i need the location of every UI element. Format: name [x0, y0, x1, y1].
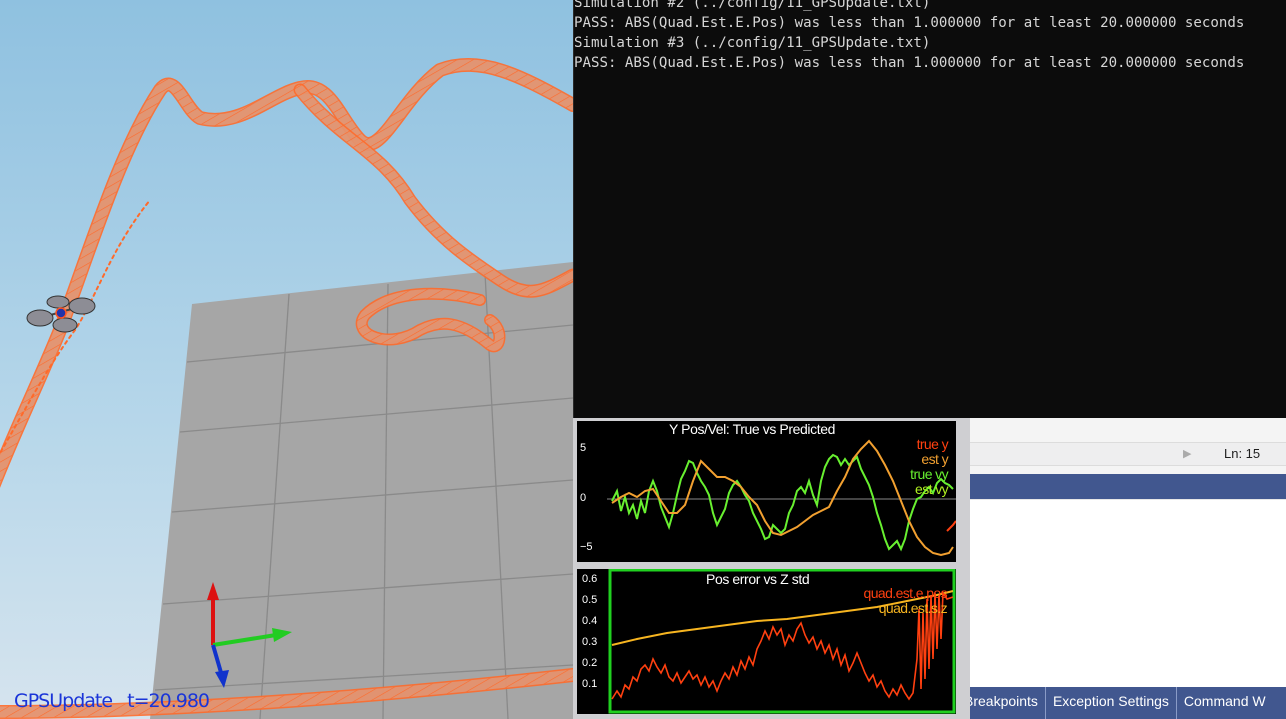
legend-s-z: quad.est.s.z	[878, 600, 948, 616]
y-tick-5: 5	[580, 442, 587, 454]
y-tick-0.1: 0.1	[582, 678, 598, 690]
legend-est-y: est y	[921, 451, 948, 467]
legend-true-y: true y	[916, 436, 949, 452]
y-tick-0.2: 0.2	[582, 657, 598, 669]
y-tick-0.4: 0.4	[582, 615, 598, 627]
y-tick-0.6: 0.6	[582, 573, 598, 585]
tab-command-window[interactable]: Command W	[1177, 687, 1273, 719]
console-line: PASS: ABS(Quad.Est.E.Pos) was less than …	[574, 15, 1245, 31]
y-tick-0.5: 0.5	[582, 594, 598, 606]
legend-est-vy: est vy	[915, 481, 949, 497]
output-panel	[957, 499, 1286, 688]
true-y-series	[946, 520, 956, 532]
scroll-right-icon[interactable]: ▶	[1183, 447, 1191, 460]
y-pos-vel-graph	[607, 439, 956, 557]
ide-window: ▶ Ln: 15 Breakpoints Exception Settings …	[957, 418, 1286, 719]
tab-breakpoints[interactable]: Breakpoints	[957, 687, 1046, 719]
console-line: Simulation #3 (../config/11_GPSUpdate.tx…	[574, 35, 931, 51]
plot-title: Y Pos/Vel: True vs Predicted	[669, 421, 835, 437]
tab-exception-settings[interactable]: Exception Settings	[1046, 687, 1177, 719]
est-y-series	[611, 439, 954, 557]
bottom-tab-bar: Breakpoints Exception Settings Command W	[957, 687, 1286, 719]
console-line: Simulation #2 (../config/11_GPSUpdate.tx…	[574, 0, 931, 11]
pos-error-plot: Pos error vs Z std 0.6 0.5 0.4 0.3 0.2 0…	[577, 569, 956, 714]
plot-title: Pos error vs Z std	[706, 571, 810, 587]
line-indicator: Ln: 15	[1224, 446, 1261, 461]
console-window[interactable]: Simulation #2 (../config/11_GPSUpdate.tx…	[573, 0, 1286, 418]
scenario-time-label: GPSUpdate t=20.980	[14, 690, 210, 712]
legend-true-vy: true vy	[910, 466, 948, 482]
console-output: Simulation #2 (../config/11_GPSUpdate.tx…	[574, 0, 1244, 73]
y-pos-vel-plot: Y Pos/Vel: True vs Predicted 5 0 −5 true…	[577, 421, 956, 562]
y-tick-0.3: 0.3	[582, 636, 598, 648]
console-line: PASS: ABS(Quad.Est.E.Pos) was less than …	[574, 55, 1245, 71]
plot-panel: Y Pos/Vel: True vs Predicted 5 0 −5 true…	[573, 418, 970, 719]
legend-e-pos: quad.est.e.pos	[863, 585, 948, 601]
y-tick-neg5: −5	[580, 541, 593, 553]
y-tick-0: 0	[580, 492, 587, 504]
panel-header	[957, 474, 1286, 499]
editor-status-bar: ▶ Ln: 15	[957, 442, 1286, 466]
